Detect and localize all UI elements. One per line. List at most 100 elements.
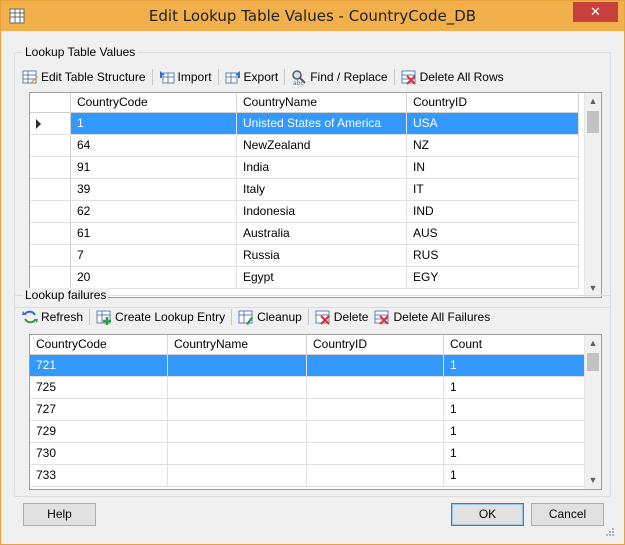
table-cell[interactable]: RUS xyxy=(407,245,579,266)
table-row[interactable]: 39 Italy IT xyxy=(30,179,579,201)
table-row[interactable]: 91 India IN xyxy=(30,157,579,179)
table-cell[interactable]: 733 xyxy=(30,465,168,486)
help-button[interactable]: Help xyxy=(23,503,96,526)
table-row[interactable]: 733 1 xyxy=(30,465,585,487)
table-cell[interactable]: 1 xyxy=(444,377,585,398)
table-cell[interactable]: 39 xyxy=(71,179,237,200)
delete-all-rows-button[interactable]: Delete All Rows xyxy=(398,66,507,88)
row-header[interactable] xyxy=(30,201,71,222)
table-cell[interactable] xyxy=(168,465,307,486)
table-cell[interactable]: Indonesia xyxy=(237,201,407,222)
table-cell[interactable]: 1 xyxy=(444,421,585,442)
table-row[interactable]: 1 Unisted States of America USA xyxy=(30,113,579,135)
scroll-thumb[interactable] xyxy=(587,111,599,133)
table-cell[interactable] xyxy=(307,355,444,376)
scroll-up-icon[interactable]: ▲ xyxy=(585,335,601,352)
table-cell[interactable] xyxy=(168,377,307,398)
column-header[interactable]: CountryID xyxy=(307,335,444,355)
table-row[interactable]: 725 1 xyxy=(30,377,585,399)
table-cell[interactable] xyxy=(168,443,307,464)
table-cell[interactable]: AUS xyxy=(407,223,579,244)
refresh-button[interactable]: Refresh xyxy=(19,306,86,328)
table-cell[interactable]: USA xyxy=(407,113,579,134)
scroll-down-icon[interactable]: ▼ xyxy=(585,472,601,489)
table-row[interactable]: 20 Egypt EGY xyxy=(30,267,579,289)
table-cell[interactable]: Italy xyxy=(237,179,407,200)
table-row[interactable]: 62 Indonesia IND xyxy=(30,201,579,223)
table-cell[interactable] xyxy=(168,421,307,442)
table-cell[interactable]: EGY xyxy=(407,267,579,288)
table-cell[interactable]: 725 xyxy=(30,377,168,398)
scroll-up-icon[interactable]: ▲ xyxy=(585,93,601,110)
table-cell[interactable]: 64 xyxy=(71,135,237,156)
table-row[interactable]: 730 1 xyxy=(30,443,585,465)
lookup-failures-grid[interactable]: CountryCode CountryName CountryID Count … xyxy=(29,334,602,490)
table-row[interactable]: 7 Russia RUS xyxy=(30,245,579,267)
table-cell[interactable] xyxy=(168,399,307,420)
table-cell[interactable]: NZ xyxy=(407,135,579,156)
table-cell[interactable]: 1 xyxy=(444,355,585,376)
column-header[interactable]: Count xyxy=(444,335,585,355)
edit-table-structure-button[interactable]: Edit Table Structure xyxy=(19,66,149,88)
table-row[interactable]: 729 1 xyxy=(30,421,585,443)
table-cell[interactable]: India xyxy=(237,157,407,178)
table-row[interactable]: 727 1 xyxy=(30,399,585,421)
create-lookup-entry-button[interactable]: Create Lookup Entry xyxy=(93,306,228,328)
import-button[interactable]: Import xyxy=(156,66,215,88)
table-cell[interactable]: Unisted States of America xyxy=(237,113,407,134)
column-header[interactable]: CountryName xyxy=(168,335,307,355)
table-cell[interactable]: IND xyxy=(407,201,579,222)
resize-grip-icon[interactable] xyxy=(605,527,615,537)
row-header[interactable] xyxy=(30,113,71,134)
table-cell[interactable]: 1 xyxy=(444,465,585,486)
delete-all-failures-button[interactable]: Delete All Failures xyxy=(371,306,493,328)
find-replace-button[interactable]: abc Find / Replace xyxy=(288,66,390,88)
table-cell[interactable]: 62 xyxy=(71,201,237,222)
table-cell[interactable]: Australia xyxy=(237,223,407,244)
table-cell[interactable]: 7 xyxy=(71,245,237,266)
table-cell[interactable]: 20 xyxy=(71,267,237,288)
row-header[interactable] xyxy=(30,245,71,266)
row-header[interactable] xyxy=(30,157,71,178)
table-cell[interactable] xyxy=(307,465,444,486)
cleanup-button[interactable]: Cleanup xyxy=(235,306,305,328)
table-cell[interactable]: 721 xyxy=(30,355,168,376)
failures-grid-scrollbar[interactable]: ▲ ▼ xyxy=(584,335,601,489)
table-cell[interactable]: Russia xyxy=(237,245,407,266)
table-cell[interactable]: 61 xyxy=(71,223,237,244)
row-header[interactable] xyxy=(30,267,71,288)
table-row[interactable]: 721 1 xyxy=(30,355,585,377)
table-cell[interactable]: IN xyxy=(407,157,579,178)
column-header[interactable]: CountryID xyxy=(407,93,579,113)
table-cell[interactable]: IT xyxy=(407,179,579,200)
table-row[interactable]: 61 Australia AUS xyxy=(30,223,579,245)
table-cell[interactable]: 1 xyxy=(444,443,585,464)
table-cell[interactable]: 730 xyxy=(30,443,168,464)
close-button[interactable]: ✕ xyxy=(573,2,618,22)
export-button[interactable]: Export xyxy=(222,66,282,88)
table-cell[interactable]: 1 xyxy=(444,399,585,420)
table-cell[interactable] xyxy=(168,355,307,376)
table-cell[interactable]: 727 xyxy=(30,399,168,420)
row-header[interactable] xyxy=(30,179,71,200)
table-cell[interactable] xyxy=(307,443,444,464)
table-cell[interactable]: 729 xyxy=(30,421,168,442)
table-cell[interactable]: 1 xyxy=(71,113,237,134)
table-cell[interactable] xyxy=(307,421,444,442)
row-header[interactable] xyxy=(30,223,71,244)
table-cell[interactable]: NewZealand xyxy=(237,135,407,156)
ok-button[interactable]: OK xyxy=(451,503,524,526)
cancel-button[interactable]: Cancel xyxy=(531,503,604,526)
table-cell[interactable] xyxy=(307,377,444,398)
row-header[interactable] xyxy=(30,135,71,156)
table-cell[interactable]: Egypt xyxy=(237,267,407,288)
table-row[interactable]: 64 NewZealand NZ xyxy=(30,135,579,157)
column-header[interactable]: CountryCode xyxy=(71,93,237,113)
column-header[interactable]: CountryName xyxy=(237,93,407,113)
column-header[interactable]: CountryCode xyxy=(30,335,168,355)
table-cell[interactable] xyxy=(307,399,444,420)
scroll-thumb[interactable] xyxy=(587,353,599,371)
lookup-grid-scrollbar[interactable]: ▲ ▼ xyxy=(584,93,601,297)
lookup-table-grid[interactable]: CountryCode CountryName CountryID 1 Unist… xyxy=(29,92,602,298)
delete-button[interactable]: Delete xyxy=(312,306,372,328)
